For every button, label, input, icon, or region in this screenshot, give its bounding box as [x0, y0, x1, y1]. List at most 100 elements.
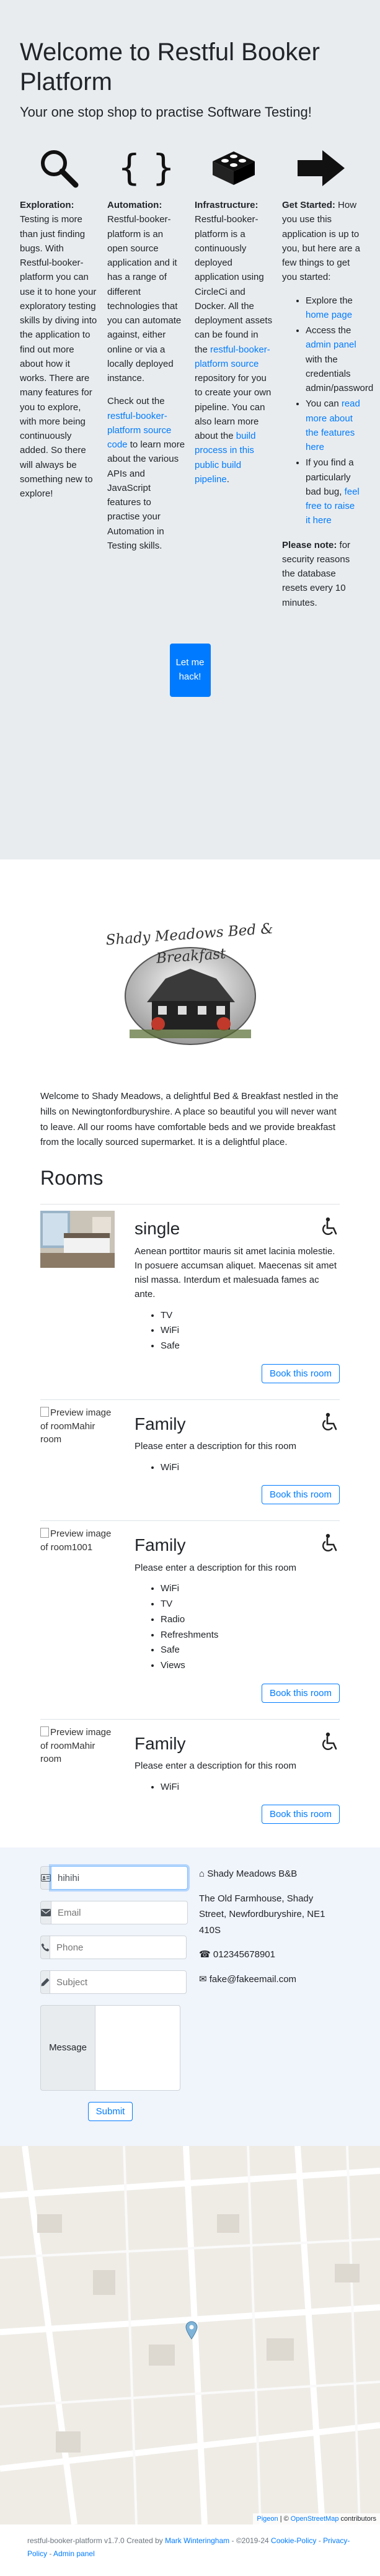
let-me-hack-button[interactable]: Let me hack! — [169, 643, 211, 697]
home-icon: ⌂ — [199, 1869, 205, 1880]
main-content: Shady Meadows Bed & Breakfast Welcome to… — [0, 859, 380, 1840]
name-field-group — [40, 1866, 188, 1890]
room-description: Please enter a description for this room — [135, 1563, 296, 1574]
message-label: Message — [40, 2005, 95, 2091]
list-text: Access the — [306, 325, 351, 336]
list-text: Explore the — [306, 295, 353, 306]
feature-item: Views — [161, 1658, 340, 1674]
automation-column: { } Automation: Restful-booker-platform … — [107, 145, 185, 619]
feature-item: WiFi — [161, 1323, 340, 1339]
room-body: single Aenean porttitor mauris sit amet … — [135, 1211, 340, 1399]
message-field-group: Message — [40, 2005, 180, 2091]
room-features: WiFi — [135, 1460, 340, 1476]
room-image-alt: Preview image of roomMahir room — [40, 1407, 112, 1445]
book-room-button[interactable]: Book this room — [261, 1485, 340, 1505]
list-item: Explore the home page — [306, 294, 360, 323]
hero-section: Welcome to Restful Booker Platform Your … — [0, 0, 380, 859]
braces-icon: { } — [107, 145, 185, 192]
feature-columns: Exploration: Testing is more than just f… — [20, 145, 373, 619]
automation-text: Restful-booker-platform is an open sourc… — [107, 214, 182, 384]
get-started-list: Explore the home page Access the admin p… — [282, 294, 373, 528]
email-field-group — [40, 1901, 188, 1925]
infrastructure-text-after: . — [226, 473, 229, 485]
pencil-icon — [40, 1970, 50, 1995]
feature-item: Safe — [161, 1339, 340, 1354]
room-card: single Aenean porttitor mauris sit amet … — [40, 1204, 340, 1399]
room-image-placeholder: Preview image of roomMahir room — [40, 1406, 115, 1521]
footer-text: restful-booker-platform v1.7.0 Created b… — [27, 2536, 163, 2546]
svg-text:{ }: { } — [118, 146, 175, 189]
phone-input[interactable] — [50, 1936, 187, 1960]
phone-icon: ☎ — [199, 1949, 211, 1960]
list-text: You can — [306, 398, 339, 410]
automation-text2-after: to learn more about the various APIs and… — [107, 439, 185, 551]
footer-separator: - — [49, 2549, 52, 2558]
room-features: WiFi — [135, 1780, 340, 1795]
footer-separator: - — [318, 2536, 321, 2546]
room-image — [40, 1211, 115, 1399]
logo-container: Shady Meadows Bed & Breakfast — [40, 859, 340, 1052]
wheelchair-icon — [320, 1217, 338, 1242]
openstreetmap-link[interactable]: OpenStreetMap — [291, 2515, 339, 2523]
admin-panel-link[interactable]: admin panel — [306, 339, 356, 350]
map-marker-icon[interactable] — [185, 2321, 198, 2340]
wheelchair-icon — [320, 1533, 338, 1558]
bricks-icon — [195, 145, 273, 192]
infrastructure-heading: Infrastructure: — [195, 200, 258, 210]
location-map[interactable]: Pigeon | © OpenStreetMap contributors — [0, 2146, 380, 2525]
exploration-text: Testing is more than just finding bugs. … — [20, 214, 97, 499]
room-name: Family — [135, 1535, 186, 1555]
hero-subtitle: Your one stop shop to practise Software … — [20, 104, 312, 120]
room-card: Preview image of roomMahir room Family P… — [40, 1399, 340, 1521]
list-item: Access the admin panel with the credenti… — [306, 323, 373, 395]
business-address: The Old Farmhouse, Shady Street, Newford… — [199, 1893, 325, 1936]
home-page-link[interactable]: home page — [306, 310, 352, 320]
room-image-placeholder: Preview image of roomMahir room — [40, 1726, 115, 1841]
contact-info: ⌂ Shady Meadows B&B The Old Farmhouse, S… — [199, 1866, 340, 2121]
room-image-alt: Preview image of room1001 — [40, 1528, 112, 1553]
subject-input[interactable] — [50, 1970, 187, 1995]
cookie-policy-link[interactable]: Cookie-Policy — [271, 2536, 316, 2545]
exploration-column: Exploration: Testing is more than just f… — [20, 145, 98, 619]
attribution-text: contributors — [340, 2515, 376, 2523]
business-email: fake@fakeemail.com — [209, 1973, 297, 1985]
room-card: Preview image of roomMahir room Family P… — [40, 1718, 340, 1841]
submit-button[interactable]: Submit — [87, 2102, 133, 2122]
broken-image-icon — [40, 1406, 49, 1417]
room-name: Family — [135, 1414, 186, 1434]
broken-image-icon — [40, 1726, 49, 1736]
id-card-icon — [40, 1866, 51, 1890]
page-footer: restful-booker-platform v1.7.0 Created b… — [0, 2524, 380, 2576]
message-textarea[interactable] — [95, 2005, 180, 2091]
book-room-button[interactable]: Book this room — [261, 1683, 340, 1703]
infrastructure-column: Infrastructure: Restful-booker-platform … — [195, 145, 273, 619]
book-room-button[interactable]: Book this room — [261, 1363, 340, 1383]
book-room-button[interactable]: Book this room — [261, 1805, 340, 1824]
room-name: Family — [135, 1733, 186, 1753]
author-link[interactable]: Mark Winteringham — [165, 2536, 229, 2545]
note-heading: Please note: — [282, 539, 337, 550]
automation-text2-before: Check out the — [107, 396, 165, 407]
hero-title: Welcome to Restful Booker Platform — [20, 38, 320, 96]
pigeon-link[interactable]: Pigeon — [257, 2515, 278, 2523]
admin-panel-link[interactable]: Admin panel — [53, 2549, 95, 2558]
feature-item: Safe — [161, 1643, 340, 1658]
room-image-alt: Preview image of roomMahir room — [40, 1726, 112, 1765]
get-started-heading: Get Started: — [282, 200, 335, 210]
feature-item: TV — [161, 1308, 340, 1324]
attribution-separator: | © — [280, 2515, 289, 2523]
room-description: Please enter a description for this room — [135, 1441, 296, 1452]
subject-field-group — [40, 1970, 187, 1995]
room-body: Family Please enter a description for th… — [135, 1406, 340, 1521]
list-item: If you find a particularly bad bug, feel… — [306, 456, 360, 527]
name-input[interactable] — [51, 1866, 188, 1890]
room-features: TV WiFi Safe — [135, 1308, 340, 1354]
email-input[interactable] — [51, 1901, 188, 1925]
envelope-icon — [40, 1901, 51, 1925]
envelope-icon: ✉ — [199, 1973, 207, 1985]
feature-item: TV — [161, 1597, 340, 1612]
infrastructure-text-mid: repository for you to create your own pi… — [195, 373, 272, 441]
automation-heading: Automation: — [107, 200, 162, 210]
feature-item: WiFi — [161, 1460, 340, 1476]
infrastructure-text-before: Restful-booker-platform is a continuousl… — [195, 214, 273, 355]
